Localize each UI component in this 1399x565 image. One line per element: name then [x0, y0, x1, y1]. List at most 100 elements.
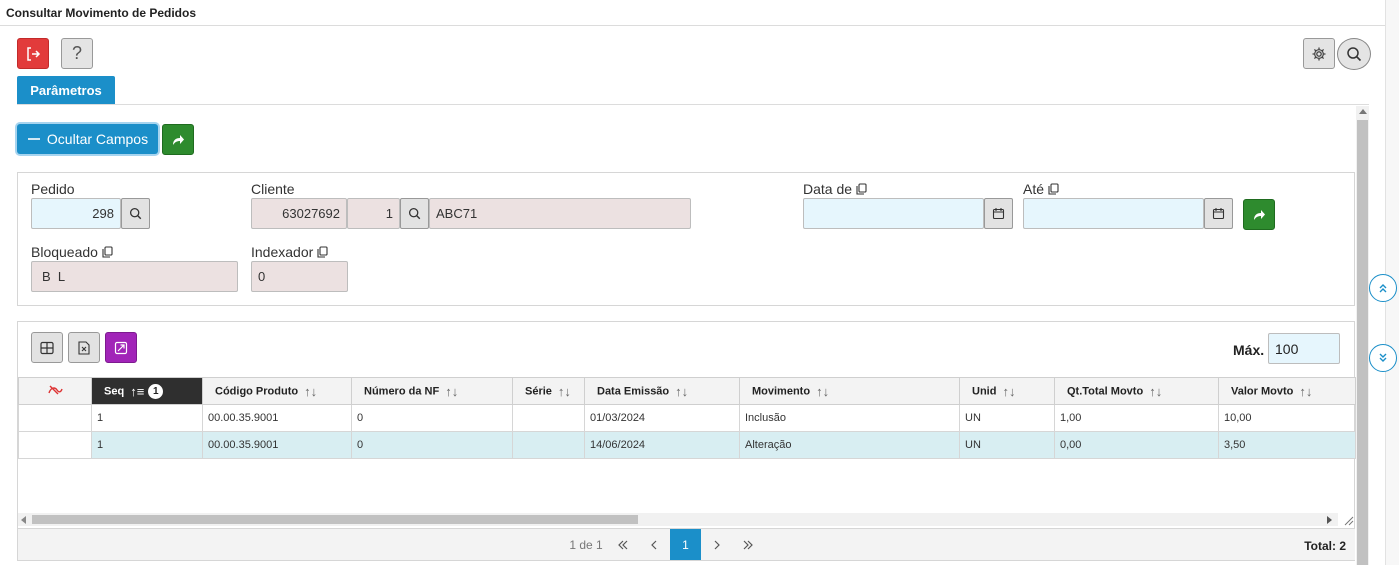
tab-divider: [17, 104, 1369, 105]
bloqueado-field[interactable]: B L: [31, 261, 238, 292]
current-page-button[interactable]: 1: [670, 529, 701, 560]
apply-filter-button[interactable]: [1243, 199, 1275, 230]
cliente-codigo-value: 63027692: [282, 206, 340, 221]
sort-icon: ↑↓: [1002, 383, 1016, 399]
page-info: 1 de 1: [569, 537, 603, 552]
cliente-search-button[interactable]: [400, 198, 429, 229]
clear-filter-header[interactable]: [18, 377, 92, 405]
column-label: Série: [525, 384, 552, 397]
data-de-label-text: Data de: [803, 181, 853, 197]
table-cell[interactable]: 10,00: [1218, 404, 1356, 432]
ate-calendar-button[interactable]: [1204, 198, 1233, 229]
table-cell[interactable]: 1,00: [1054, 404, 1219, 432]
table-cell[interactable]: 00.00.35.9001: [202, 431, 352, 459]
row-marker-cell[interactable]: [18, 404, 92, 432]
settings-button[interactable]: [1303, 38, 1335, 69]
columns-button[interactable]: [31, 332, 63, 363]
scroll-up-arrow[interactable]: [1359, 109, 1367, 114]
table-cell[interactable]: 1: [91, 431, 203, 459]
column-label: Data Emissão: [597, 384, 670, 397]
table-cell[interactable]: Alteração: [739, 431, 960, 459]
table-cell[interactable]: 0: [351, 404, 513, 432]
row-marker-cell[interactable]: [18, 431, 92, 459]
table-cell[interactable]: 3,50: [1218, 431, 1356, 459]
table-cell[interactable]: 00.00.35.9001: [202, 404, 352, 432]
table-header-row: Seq ↑≡ 1 Código Produto ↑↓ Número da NF ↑↓ S…: [18, 377, 1356, 405]
export-excel-button[interactable]: [68, 332, 100, 363]
ate-input[interactable]: [1023, 198, 1204, 229]
scroll-top-button[interactable]: [1369, 274, 1397, 302]
indexador-value: 0: [258, 269, 266, 284]
pedido-label: Pedido: [31, 181, 75, 197]
column-header-numero-nf[interactable]: Número da NF ↑↓: [351, 377, 513, 405]
pedido-value: 298: [92, 206, 114, 221]
tab-parametros[interactable]: Parâmetros: [17, 76, 115, 104]
vertical-scrollbar-thumb[interactable]: [1357, 120, 1368, 565]
table-cell[interactable]: [512, 431, 585, 459]
table-row[interactable]: 1 00.00.35.9001 0 01/03/2024 Inclusão UN…: [18, 404, 1356, 432]
copy-icon[interactable]: [317, 246, 328, 258]
exit-button[interactable]: [17, 38, 49, 69]
execute-button[interactable]: [162, 124, 194, 155]
table-cell[interactable]: Inclusão: [739, 404, 960, 432]
scroll-bottom-button[interactable]: [1369, 344, 1397, 372]
copy-icon[interactable]: [856, 183, 867, 195]
table-cell[interactable]: 0,00: [1054, 431, 1219, 459]
column-header-qt-total[interactable]: Qt.Total Movto ↑↓: [1054, 377, 1219, 405]
expand-grid-button[interactable]: [105, 332, 137, 363]
minus-icon: [27, 138, 40, 140]
total-count-text: Total: 2: [1304, 539, 1346, 553]
table-cell[interactable]: 14/06/2024: [584, 431, 740, 459]
table-cell[interactable]: [512, 404, 585, 432]
pedido-input[interactable]: 298: [31, 198, 121, 229]
columns-icon: [40, 341, 54, 354]
data-de-calendar-button[interactable]: [984, 198, 1013, 229]
window-titlebar: Consultar Movimento de Pedidos: [0, 0, 1399, 26]
table-cell[interactable]: 01/03/2024: [584, 404, 740, 432]
column-header-seq[interactable]: Seq ↑≡ 1: [91, 377, 203, 405]
first-page-button[interactable]: [608, 529, 638, 560]
share-icon: [173, 134, 184, 145]
horizontal-scrollbar[interactable]: [18, 513, 1338, 526]
cliente-codigo-field[interactable]: 63027692: [251, 198, 347, 229]
prev-page-button[interactable]: [639, 529, 669, 560]
window-title: Consultar Movimento de Pedidos: [6, 6, 197, 20]
cliente-loja-field[interactable]: 1: [347, 198, 400, 229]
global-search-button[interactable]: [1337, 38, 1371, 70]
copy-icon[interactable]: [1048, 183, 1059, 195]
last-page-button[interactable]: [733, 529, 763, 560]
max-input[interactable]: 100: [1268, 333, 1340, 364]
pedido-search-button[interactable]: [121, 198, 150, 229]
hide-fields-button[interactable]: Ocultar Campos: [17, 124, 158, 154]
table-cell[interactable]: UN: [959, 431, 1055, 459]
search-icon: [129, 207, 142, 220]
column-label: Movimento: [752, 384, 811, 397]
chevron-right-icon: [714, 540, 720, 549]
scroll-left-arrow[interactable]: [21, 516, 26, 524]
table-cell[interactable]: UN: [959, 404, 1055, 432]
clear-filter-icon[interactable]: [47, 383, 63, 397]
scroll-right-arrow[interactable]: [1327, 516, 1332, 524]
column-header-data-emissao[interactable]: Data Emissão ↑↓: [584, 377, 740, 405]
table-cell[interactable]: 1: [91, 404, 203, 432]
data-de-input[interactable]: [803, 198, 984, 229]
column-header-movimento[interactable]: Movimento ↑↓: [739, 377, 960, 405]
copy-icon[interactable]: [102, 246, 113, 258]
table-cell[interactable]: 0: [351, 431, 513, 459]
indexador-field[interactable]: 0: [251, 261, 348, 292]
horizontal-scrollbar-thumb[interactable]: [32, 515, 638, 524]
cliente-nome-field[interactable]: ABC71: [429, 198, 691, 229]
column-header-codigo-produto[interactable]: Código Produto ↑↓: [202, 377, 352, 405]
max-label: Máx.: [1233, 342, 1265, 358]
column-header-serie[interactable]: Série ↑↓: [512, 377, 585, 405]
table-row-selected[interactable]: 1 00.00.35.9001 0 14/06/2024 Alteração U…: [18, 431, 1356, 459]
help-button[interactable]: ?: [61, 38, 93, 69]
gear-icon: [1312, 47, 1326, 60]
resize-grip-icon[interactable]: [1340, 513, 1354, 526]
next-page-button[interactable]: [702, 529, 732, 560]
column-header-unid[interactable]: Unid ↑↓: [959, 377, 1055, 405]
hide-fields-label: Ocultar Campos: [46, 131, 149, 147]
calendar-icon: [1212, 208, 1225, 220]
vertical-scrollbar[interactable]: [1356, 106, 1369, 565]
column-header-valor-movto[interactable]: Valor Movto ↑↓: [1218, 377, 1356, 405]
